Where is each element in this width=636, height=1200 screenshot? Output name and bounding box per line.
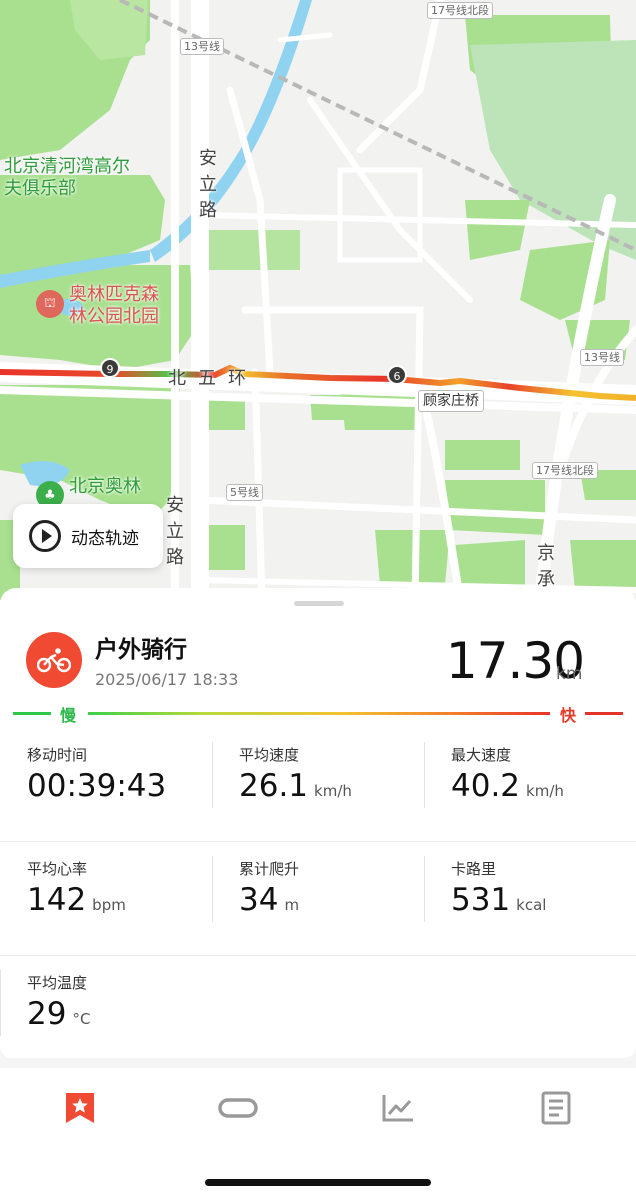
stat-unit: km/h: [526, 782, 564, 800]
bookmark-star-icon: [66, 1093, 94, 1123]
map-label-anli-road-top: 安立路: [199, 148, 217, 221]
stat-unit: bpm: [92, 896, 126, 914]
route-map[interactable]: 北京清河湾高尔夫俱乐部 ⛫ 奥林匹克森林公园北园 ♣ 北京奥林 安立路 安立路 …: [0, 0, 636, 600]
map-label-north-5th-ring: 北五环: [168, 368, 258, 389]
stat-calories: 卡路里 531 kcal: [424, 842, 636, 956]
stat-average-heart-rate: 平均心率 142 bpm: [0, 842, 212, 956]
stat-elevation-gain: 累计爬升 34 m: [212, 842, 424, 956]
map-label-line17-top: 17号线北段: [427, 2, 493, 19]
stat-unit: kcal: [516, 896, 547, 914]
tab-details[interactable]: [526, 1088, 586, 1128]
drag-handle[interactable]: [294, 601, 344, 606]
map-label-olympic-park: 北京奥林: [69, 476, 141, 497]
activity-datetime: 2025/06/17 18:33: [95, 670, 239, 689]
activity-title: 户外骑行: [95, 637, 187, 663]
stat-max-speed: 最大速度 40.2 km/h: [424, 728, 636, 842]
speed-legend-fast-line: [585, 712, 623, 715]
stat-value: 29: [27, 996, 67, 1032]
speed-legend-slow-line: [13, 712, 51, 715]
stat-label: 平均速度: [239, 746, 300, 764]
stat-average-temperature: 平均温度 29 °C: [0, 956, 212, 1070]
stat-value: 40.2: [451, 768, 521, 804]
distance-unit: km: [556, 664, 583, 684]
dynamic-track-button[interactable]: 动态轨迹: [13, 504, 163, 568]
scenic-poi-icon[interactable]: ⛫: [36, 290, 64, 318]
stat-value: 26.1: [239, 768, 309, 804]
play-icon: [29, 520, 61, 552]
stat-value: 00:39:43: [27, 768, 167, 804]
speed-legend-fast: 快: [560, 706, 577, 725]
stat-unit: km/h: [314, 782, 352, 800]
stat-unit: m: [284, 896, 300, 914]
map-label-jingcheng: 京承: [537, 543, 555, 590]
map-label-golf-club: 北京清河湾高尔夫俱乐部: [4, 156, 130, 199]
km-marker[interactable]: 6: [387, 365, 407, 385]
speed-legend-gradient: [88, 712, 550, 715]
map-label-olympic-north-park: 奥林匹克森林公园北园: [69, 284, 159, 327]
stats-row: 平均心率 142 bpm 累计爬升 34 m 卡路里 531 kcal: [0, 842, 636, 956]
dynamic-track-label: 动态轨迹: [71, 528, 139, 549]
stats-row: 移动时间 00:39:43 平均速度 26.1 km/h 最大速度 40.2 km/…: [0, 728, 636, 842]
stat-value: 34: [239, 882, 279, 918]
stat-label: 卡路里: [451, 860, 497, 878]
km-marker[interactable]: 9: [100, 358, 120, 378]
stat-moving-time: 移动时间 00:39:43: [0, 728, 212, 842]
stat-label: 移动时间: [27, 746, 88, 764]
speed-legend-slow: 慢: [60, 706, 77, 725]
stat-label: 累计爬升: [239, 860, 300, 878]
document-icon: [541, 1091, 571, 1125]
stat-label: 最大速度: [451, 746, 512, 764]
tab-route[interactable]: [208, 1088, 268, 1128]
map-label-gujiazhuang-bridge: 顾家庄桥: [418, 390, 484, 412]
route-loop-icon: [218, 1098, 258, 1118]
map-label-anli-road-bottom: 安立路: [166, 495, 184, 568]
map-label-line13-top: 13号线: [180, 38, 224, 55]
tab-charts[interactable]: [368, 1088, 428, 1128]
map-label-line13-right: 13号线: [580, 349, 624, 366]
map-label-line17-right: 17号线北段: [532, 462, 598, 479]
stat-unit: °C: [72, 1010, 91, 1028]
line-chart-icon: [382, 1095, 413, 1122]
stat-average-speed: 平均速度 26.1 km/h: [212, 728, 424, 842]
activity-summary-card: 户外骑行 2025/06/17 18:33 17.30 km 慢 快 移动时间 …: [0, 588, 636, 1058]
stat-label: 平均心率: [27, 860, 88, 878]
stat-label: 平均温度: [27, 974, 88, 992]
map-label-line5: 5号线: [226, 484, 263, 501]
stats-row: 平均温度 29 °C: [0, 956, 636, 1070]
home-indicator[interactable]: [205, 1179, 431, 1186]
tab-summary[interactable]: [50, 1088, 110, 1128]
stat-value: 142: [27, 882, 87, 918]
stat-value: 531: [451, 882, 511, 918]
cycling-icon: [26, 632, 82, 688]
